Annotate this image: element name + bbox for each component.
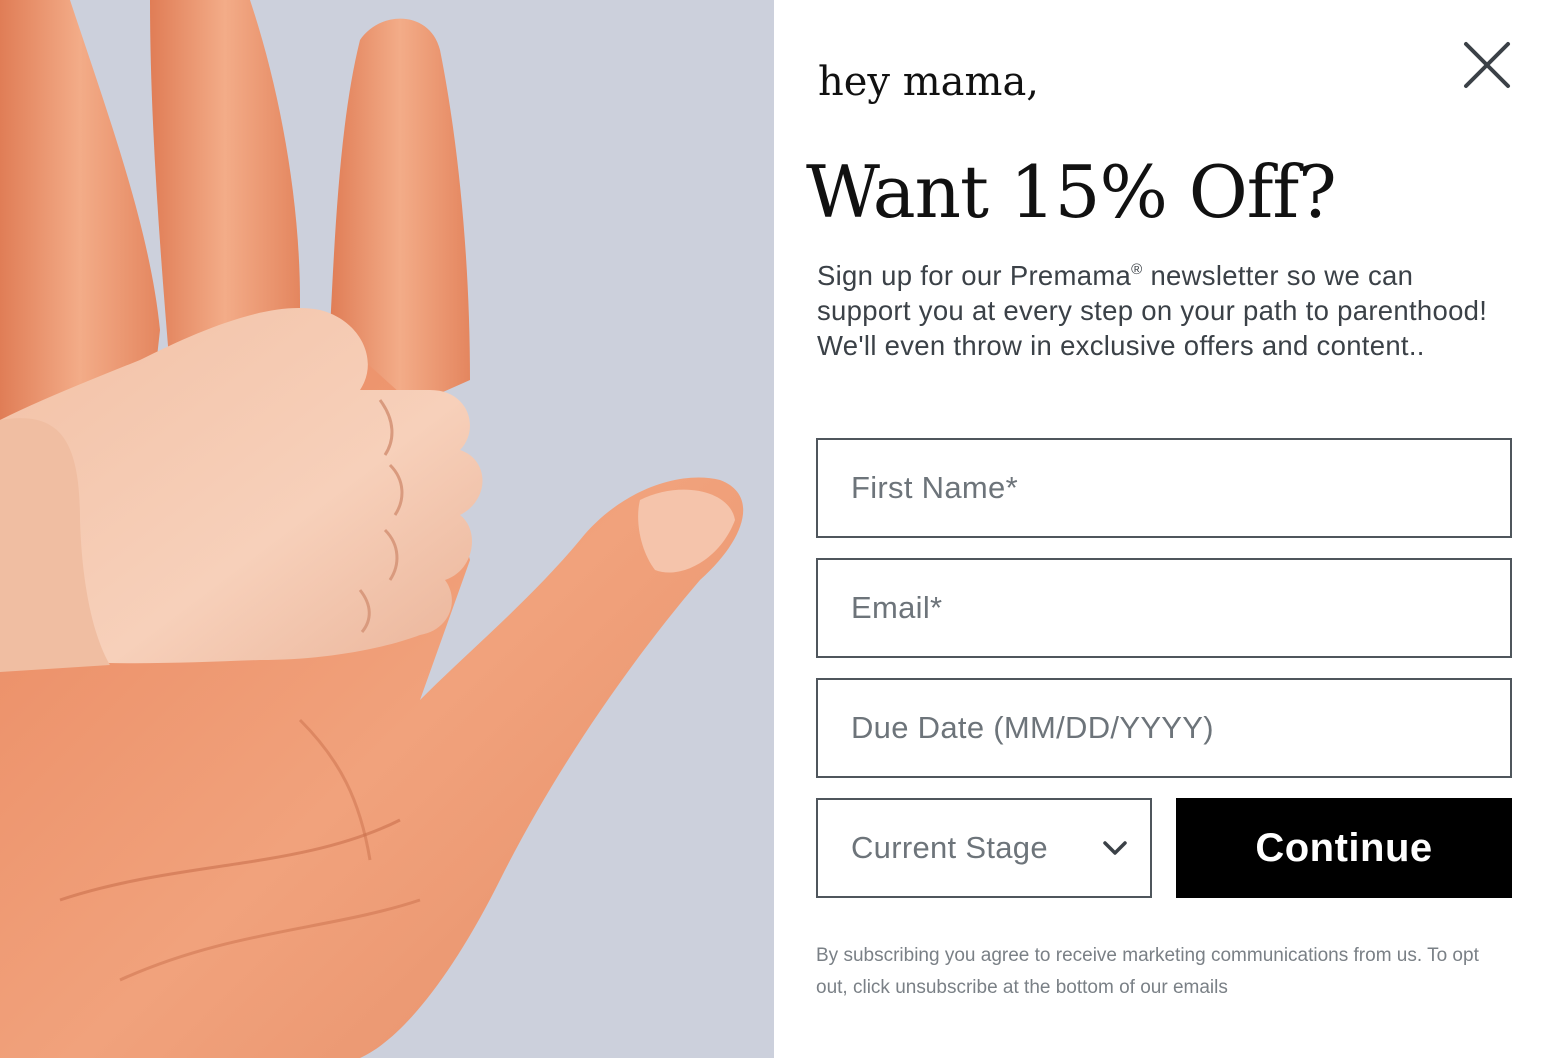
page-title: Want 15% Off? (806, 150, 1337, 234)
chevron-down-icon (1102, 838, 1128, 858)
greeting-text: hey mama, (818, 59, 1040, 105)
hero-photo (0, 0, 774, 1058)
continue-button[interactable]: Continue (1176, 798, 1512, 898)
due-date-input[interactable] (818, 680, 1510, 776)
newsletter-popup: hey mama, Want 15% Off? Sign up for our … (0, 0, 1550, 1058)
first-name-input[interactable] (818, 440, 1510, 536)
close-x-icon (1464, 42, 1510, 88)
current-stage-label: Current Stage (851, 830, 1048, 865)
hands-illustration (0, 0, 774, 1058)
intro-paragraph: Sign up for our Premama® newsletter so w… (817, 258, 1509, 363)
close-button[interactable] (1462, 40, 1512, 90)
email-input[interactable] (818, 560, 1510, 656)
registered-mark: ® (1131, 261, 1143, 278)
due-date-field[interactable] (816, 678, 1512, 778)
email-field[interactable] (816, 558, 1512, 658)
current-stage-select[interactable]: Current Stage (816, 798, 1152, 898)
intro-text-start: Sign up for our Premama (817, 260, 1132, 291)
disclaimer-text: By subscribing you agree to receive mark… (816, 945, 1479, 998)
first-name-field[interactable] (816, 438, 1512, 538)
